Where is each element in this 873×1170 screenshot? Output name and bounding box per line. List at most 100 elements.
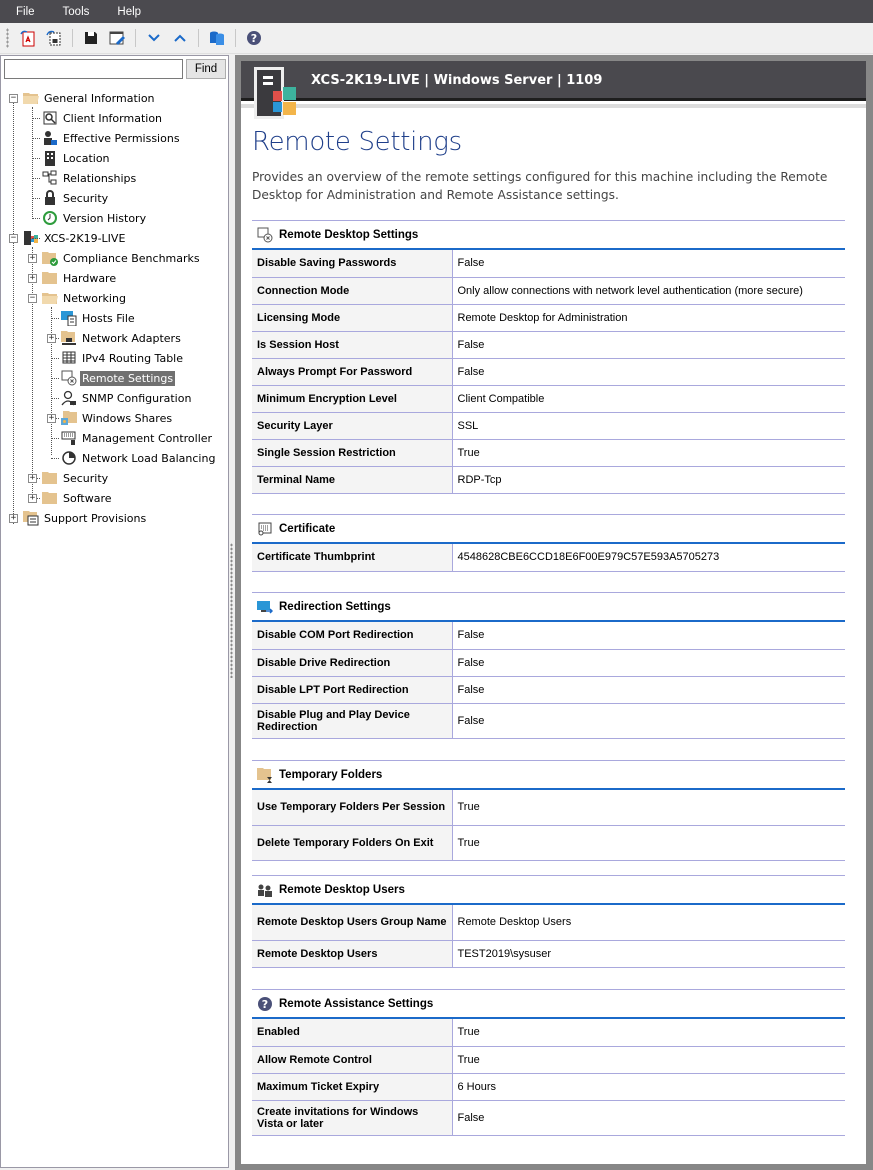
tree-item-software[interactable]: Software bbox=[42, 489, 114, 507]
tree-item-location[interactable]: Location bbox=[42, 149, 112, 167]
tree-item-network-load-balancing[interactable]: Network Load Balancing bbox=[61, 449, 217, 467]
chevron-up-icon bbox=[174, 34, 186, 42]
save-icon bbox=[85, 32, 97, 44]
table-row: Allow Remote Control True bbox=[252, 1046, 845, 1074]
refresh-secure-icon bbox=[46, 30, 61, 46]
kv-table: Disable COM Port Redirection False Disable… bbox=[252, 622, 845, 739]
tree-item-effective-permissions[interactable]: Effective Permissions bbox=[42, 129, 182, 147]
tree-item-hosts-file[interactable]: Hosts File bbox=[61, 309, 137, 327]
setting-value: Client Compatible bbox=[452, 385, 845, 413]
previous-button[interactable] bbox=[169, 27, 191, 49]
section-certificate: Certificate Certificate Thumbprint 454862… bbox=[252, 514, 845, 572]
table-row: Certificate Thumbprint 4548628CBE6CCD18E6… bbox=[252, 544, 845, 572]
table-row: Disable Plug and Play Device Redirection… bbox=[252, 703, 845, 739]
setting-name: Create invitations for Windows Vista or … bbox=[252, 1100, 453, 1136]
history-icon bbox=[42, 210, 58, 226]
toolbar: ? bbox=[0, 23, 873, 54]
table-row: Remote Desktop Users TEST2019\sysuser bbox=[252, 940, 845, 968]
table-row: Connection Mode Only allow connections wi… bbox=[252, 277, 845, 305]
section-header: ? Remote Assistance Settings bbox=[252, 989, 845, 1019]
user-lock-icon bbox=[42, 130, 58, 146]
toolbar-separator bbox=[198, 29, 199, 47]
setting-value: Remote Desktop Users bbox=[452, 905, 845, 941]
tree-item-networking[interactable]: Networking bbox=[42, 289, 128, 307]
tree-item-general-information[interactable]: General Information bbox=[23, 89, 157, 107]
tree-item-hardware[interactable]: Hardware bbox=[42, 269, 118, 287]
collapse-toggle[interactable]: − bbox=[9, 94, 18, 103]
tree-item-compliance-benchmarks[interactable]: Compliance Benchmarks bbox=[42, 249, 202, 267]
database-sync-icon bbox=[210, 31, 224, 45]
tree-connector bbox=[32, 178, 40, 179]
setting-value: False bbox=[452, 676, 845, 704]
save-button[interactable] bbox=[80, 27, 102, 49]
tree-item-remote-settings[interactable]: Remote Settings bbox=[61, 369, 176, 387]
toolbar-grip[interactable] bbox=[6, 28, 9, 48]
menu-file[interactable]: File bbox=[0, 6, 35, 18]
section-header: Remote Desktop Settings bbox=[252, 220, 845, 250]
edit-button[interactable] bbox=[106, 27, 128, 49]
search-input[interactable] bbox=[4, 59, 183, 79]
expand-toggle[interactable]: + bbox=[28, 254, 37, 263]
table-row: Remote Desktop Users Group Name Remote De… bbox=[252, 905, 845, 941]
windows-server-logo bbox=[254, 67, 298, 119]
report-header: XCS-2K19-LIVE | Windows Server | 1109 bbox=[241, 61, 866, 101]
expand-toggle[interactable]: + bbox=[28, 494, 37, 503]
setting-value: TEST2019\sysuser bbox=[452, 940, 845, 968]
tree-item-version-history[interactable]: Version History bbox=[42, 209, 148, 227]
expand-toggle[interactable]: + bbox=[28, 274, 37, 283]
setting-name: Remote Desktop Users Group Name bbox=[252, 905, 453, 941]
table-row: Security Layer SSL bbox=[252, 412, 845, 440]
content-frame: XCS-2K19-LIVE | Windows Server | 1109 Re… bbox=[235, 55, 873, 1170]
tree-item-relationships[interactable]: Relationships bbox=[42, 169, 138, 187]
tree-item-client-information[interactable]: Client Information bbox=[42, 109, 164, 127]
tree-item-ipv4-routing-table[interactable]: IPv4 Routing Table bbox=[61, 349, 185, 367]
tree-item-security-general[interactable]: Security bbox=[42, 189, 110, 207]
setting-value: 6 Hours bbox=[452, 1073, 845, 1101]
users-icon bbox=[257, 882, 273, 898]
collapse-toggle[interactable]: − bbox=[28, 294, 37, 303]
tree-connector bbox=[51, 318, 59, 319]
tree-item-management-controller[interactable]: Management Controller bbox=[61, 429, 214, 447]
table-row: Maximum Ticket Expiry 6 Hours bbox=[252, 1073, 845, 1101]
help-circle-icon: ? bbox=[257, 996, 273, 1012]
menu-tools[interactable]: Tools bbox=[47, 6, 90, 18]
hosts-file-icon bbox=[61, 310, 77, 326]
setting-value: False bbox=[452, 331, 845, 359]
kv-table: Disable Saving Passwords False Connection … bbox=[252, 250, 845, 494]
tree-connector bbox=[51, 358, 59, 359]
section-header: Temporary Folders bbox=[252, 760, 845, 790]
tree-connector bbox=[32, 238, 40, 239]
expand-toggle[interactable]: + bbox=[47, 334, 56, 343]
next-button[interactable] bbox=[143, 27, 165, 49]
database-sync-button[interactable] bbox=[206, 27, 228, 49]
find-button[interactable]: Find bbox=[186, 59, 226, 79]
support-provisions-icon bbox=[23, 510, 39, 526]
setting-name: Single Session Restriction bbox=[252, 439, 453, 467]
setting-value: True bbox=[452, 1019, 845, 1047]
tree-item-windows-shares[interactable]: Windows Shares bbox=[61, 409, 174, 427]
table-row: Delete Temporary Folders On Exit True bbox=[252, 825, 845, 861]
menu-bar: File Tools Help bbox=[0, 0, 873, 23]
expand-toggle[interactable]: + bbox=[9, 514, 18, 523]
expand-toggle[interactable]: + bbox=[47, 414, 56, 423]
setting-value: False bbox=[452, 703, 845, 739]
tree-item-security[interactable]: Security bbox=[42, 469, 110, 487]
menu-help[interactable]: Help bbox=[101, 6, 141, 18]
tree-item-snmp-configuration[interactable]: SNMP Configuration bbox=[61, 389, 193, 407]
table-row: Minimum Encryption Level Client Compatibl… bbox=[252, 385, 845, 413]
setting-value: False bbox=[452, 358, 845, 386]
splitter-grip[interactable] bbox=[230, 543, 233, 678]
folder-open-icon bbox=[42, 290, 58, 306]
section-header: Remote Desktop Users bbox=[252, 875, 845, 905]
refresh-secure-button[interactable] bbox=[43, 27, 65, 49]
collapse-toggle[interactable]: − bbox=[9, 234, 18, 243]
section-header: Redirection Settings bbox=[252, 592, 845, 622]
help-button[interactable]: ? bbox=[243, 27, 265, 49]
export-pdf-button[interactable] bbox=[17, 27, 39, 49]
tree-item-network-adapters[interactable]: Network Adapters bbox=[61, 329, 183, 347]
table-row: Is Session Host False bbox=[252, 331, 845, 359]
tree-item-support-provisions[interactable]: Support Provisions bbox=[23, 509, 148, 527]
section-remote-assistance-settings: ? Remote Assistance Settings Enabled True… bbox=[252, 989, 845, 1136]
expand-toggle[interactable]: + bbox=[28, 474, 37, 483]
setting-name: Is Session Host bbox=[252, 331, 453, 359]
